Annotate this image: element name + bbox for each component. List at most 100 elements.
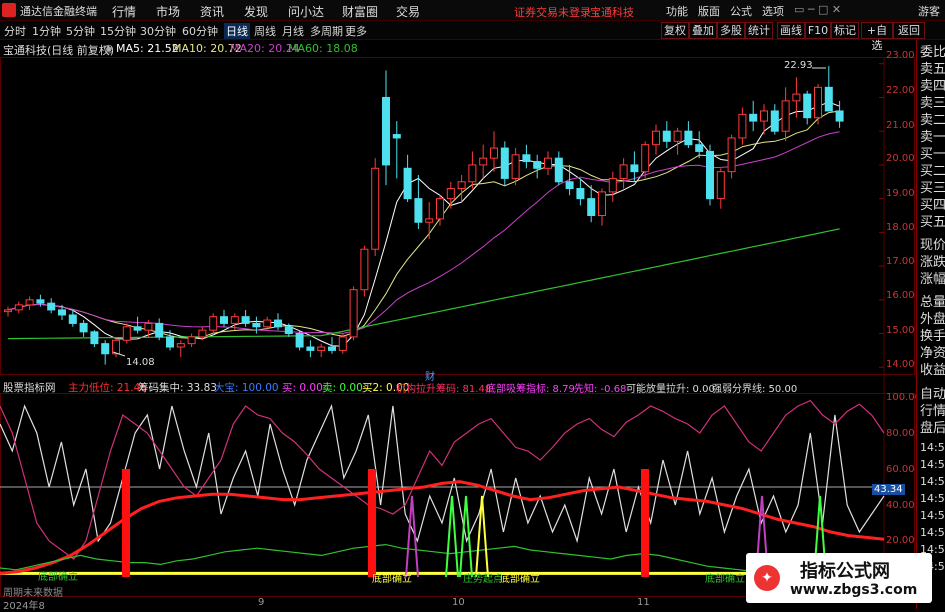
- watermark-logo-icon: ✦: [754, 565, 780, 591]
- price-axis-label: 22.00: [886, 85, 915, 96]
- ma20-line: [7, 131, 840, 334]
- candle-body: [554, 157, 563, 183]
- candle-body: [241, 316, 250, 324]
- panel-item[interactable]: 收益: [920, 362, 945, 379]
- indicator-axis-label: 60.00: [886, 464, 915, 475]
- candle-body: [209, 316, 218, 331]
- panel-item[interactable]: 外盘: [920, 311, 945, 328]
- panel-item[interactable]: 涨幅: [920, 271, 945, 288]
- candle-body: [392, 134, 401, 139]
- candle-body: [760, 110, 768, 122]
- candle-body: [814, 86, 822, 119]
- candle-body: [360, 248, 369, 291]
- candle-body: [673, 130, 682, 142]
- candle-body: [284, 326, 293, 335]
- panel-item[interactable]: 买二: [920, 163, 945, 180]
- panel-item[interactable]: 自动: [920, 386, 945, 403]
- candle-body: [14, 304, 23, 311]
- candle-body: [198, 329, 207, 338]
- candle-body: [641, 144, 650, 173]
- watermark-badge: ✦ 指标公式网 www.zbgs3.com: [746, 553, 932, 603]
- panel-item[interactable]: 卖三: [920, 95, 945, 112]
- candle-body: [824, 86, 833, 112]
- chart-label: 庄势起点: [463, 574, 503, 585]
- candle-body: [598, 191, 606, 216]
- panel-item[interactable]: 卖二: [920, 112, 945, 129]
- watermark-title: 指标公式网: [800, 561, 890, 582]
- tick-time: 14:5: [920, 509, 945, 522]
- panel-item[interactable]: 行情: [920, 403, 945, 420]
- chart-label: 底部确立: [372, 574, 412, 585]
- panel-item[interactable]: 总量: [920, 294, 945, 311]
- candle-body: [382, 96, 390, 166]
- price-axis-label: 18.00: [886, 222, 915, 233]
- panel-item[interactable]: 卖五: [920, 61, 945, 78]
- candle-body: [133, 326, 142, 331]
- candle-body: [684, 130, 693, 146]
- candle-body: [792, 93, 801, 102]
- panel-item[interactable]: 卖四: [920, 78, 945, 95]
- candle-body: [738, 113, 747, 139]
- candle-body: [500, 147, 509, 179]
- indicator-name[interactable]: 股票指标网: [3, 380, 56, 395]
- candle-body: [263, 319, 272, 328]
- price-axis-label: 17.00: [886, 256, 915, 267]
- x-axis-label: 2024年8: [3, 601, 45, 612]
- panel-item[interactable]: 买四: [920, 197, 945, 214]
- panel-item[interactable]: 盘后: [920, 420, 945, 437]
- panel-item[interactable]: 卖一: [920, 129, 945, 146]
- indicator-field: 机构拉升筹码: 81.48: [396, 384, 492, 395]
- indicator-field: 底部吸筹指标: 8.79: [486, 384, 575, 395]
- candle-body: [58, 309, 66, 316]
- candle-body: [220, 316, 228, 324]
- candle-body: [533, 161, 542, 169]
- tick-time: 14:5: [920, 492, 945, 505]
- x-axis-label: 10: [452, 597, 465, 608]
- chart-label: 底部确立: [38, 572, 78, 583]
- price-chart-area[interactable]: [0, 0, 945, 609]
- signal-spike: [445, 495, 459, 578]
- indicator-field: 卖: 0.00: [322, 382, 363, 394]
- candle-body: [187, 336, 196, 345]
- candle-body: [47, 302, 56, 311]
- panel-item[interactable]: 买一: [920, 146, 945, 163]
- candle-body: [155, 322, 164, 338]
- candle-body: [425, 218, 434, 223]
- candle-body: [770, 110, 779, 132]
- signal-bar: [122, 469, 130, 577]
- candle-body: [317, 346, 326, 351]
- panel-item[interactable]: 买三: [920, 180, 945, 197]
- candle-body: [781, 100, 790, 132]
- panel-item[interactable]: 净资: [920, 345, 945, 362]
- candle-body: [727, 137, 736, 173]
- indicator-field: 先知: -0.68: [574, 384, 627, 395]
- indicator-axis-label: 80.00: [886, 428, 915, 439]
- indicator-axis-label: 20.00: [886, 535, 915, 546]
- signal-bar: [641, 469, 649, 577]
- panel-item[interactable]: 买五: [920, 214, 945, 231]
- high-price-label: 22.93: [784, 60, 813, 71]
- candle-body: [338, 336, 347, 351]
- candle-body: [652, 130, 660, 146]
- indicator-field: 筹码集中: 33.83: [138, 382, 217, 394]
- indicator-bar: 股票指标网 主力低位: 21.46 筹码集中: 33.83 大宝: 100.00…: [0, 379, 915, 395]
- candle-body: [122, 326, 131, 341]
- signal-spike: [475, 495, 489, 578]
- candle-body: [176, 343, 185, 348]
- panel-item[interactable]: 委比: [920, 44, 945, 61]
- panel-item[interactable]: 现价: [920, 237, 945, 254]
- panel-item[interactable]: 换手: [920, 328, 945, 345]
- candle-body: [608, 177, 617, 193]
- panel-item[interactable]: 涨跌: [920, 254, 945, 271]
- indicator-field: 大宝: 100.00: [214, 382, 279, 394]
- candle-body: [436, 198, 444, 220]
- signal-spike: [405, 495, 419, 578]
- indicator-field: 买: 0.00: [282, 382, 323, 394]
- candle-body: [101, 343, 110, 355]
- candle-body: [328, 346, 336, 351]
- tick-time: 14:5: [920, 458, 945, 471]
- x-axis-label: 9: [258, 597, 265, 608]
- price-axis-label: 15.00: [886, 325, 915, 336]
- price-axis-label: 23.00: [886, 50, 915, 61]
- ma5-line: [7, 101, 840, 347]
